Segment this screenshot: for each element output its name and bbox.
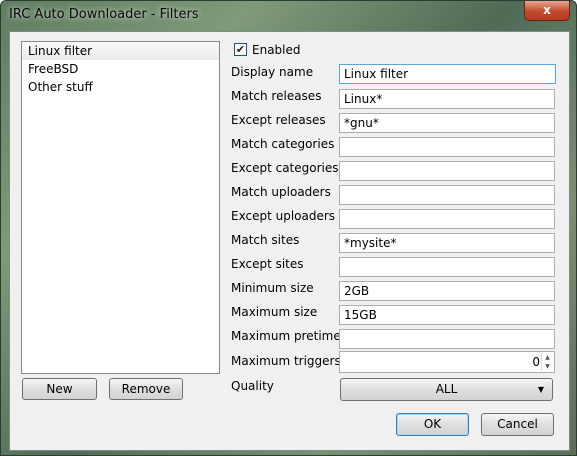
maximum-triggers-spinner[interactable]: 0 ▲ ▼ xyxy=(339,351,555,373)
maximum-pretime-input[interactable] xyxy=(339,329,555,349)
window-title: IRC Auto Downloader - Filters xyxy=(9,7,199,22)
ok-button[interactable]: OK xyxy=(396,413,469,436)
enabled-checkbox[interactable]: ✔ xyxy=(234,43,247,56)
maximum-triggers-label: Maximum triggers xyxy=(231,354,341,368)
quality-label: Quality xyxy=(231,379,274,393)
match-categories-input[interactable] xyxy=(339,137,555,157)
display-name-label: Display name xyxy=(231,65,314,79)
minimum-size-input[interactable]: 2GB xyxy=(339,281,555,301)
match-sites-input[interactable]: *mysite* xyxy=(339,233,555,253)
filter-list[interactable]: Linux filter FreeBSD Other stuff xyxy=(21,41,220,374)
match-sites-label: Match sites xyxy=(231,233,300,247)
new-button[interactable]: New xyxy=(22,378,97,400)
filter-list-item[interactable]: FreeBSD xyxy=(22,60,219,78)
match-uploaders-input[interactable] xyxy=(339,185,555,205)
match-releases-input[interactable]: Linux* xyxy=(339,89,555,109)
except-releases-label: Except releases xyxy=(231,113,326,127)
dialog-client: Linux filter FreeBSD Other stuff New Rem… xyxy=(9,31,570,451)
cancel-button[interactable]: Cancel xyxy=(481,413,554,436)
title-bar[interactable]: IRC Auto Downloader - Filters x xyxy=(1,1,576,29)
match-categories-label: Match categories xyxy=(231,137,335,151)
chevron-down-icon: ▼ xyxy=(537,385,544,394)
filters-window: IRC Auto Downloader - Filters x Linux fi… xyxy=(0,0,577,456)
minimum-size-label: Minimum size xyxy=(231,281,314,295)
except-categories-input[interactable] xyxy=(339,161,555,181)
close-icon: x xyxy=(543,3,551,17)
quality-dropdown[interactable]: ALL ▼ xyxy=(340,378,553,401)
remove-button[interactable]: Remove xyxy=(109,378,183,400)
maximum-size-input[interactable]: 15GB xyxy=(339,305,555,325)
filter-list-item[interactable]: Linux filter xyxy=(22,42,219,60)
spin-down-icon[interactable]: ▼ xyxy=(541,362,553,371)
maximum-size-label: Maximum size xyxy=(231,305,318,319)
except-uploaders-label: Except uploaders xyxy=(231,209,336,223)
except-sites-label: Except sites xyxy=(231,257,304,271)
except-categories-label: Except categories xyxy=(231,161,339,175)
spin-up-icon[interactable]: ▲ xyxy=(541,353,553,362)
maximum-triggers-value: 0 xyxy=(532,355,540,369)
except-releases-input[interactable]: *gnu* xyxy=(339,113,555,133)
except-uploaders-input[interactable] xyxy=(339,209,555,229)
match-uploaders-label: Match uploaders xyxy=(231,185,331,199)
filter-list-item[interactable]: Other stuff xyxy=(22,78,219,96)
maximum-pretime-label: Maximum pretime xyxy=(231,329,341,343)
display-name-input[interactable]: Linux filter xyxy=(339,64,556,84)
match-releases-label: Match releases xyxy=(231,89,322,103)
quality-value: ALL xyxy=(435,382,458,396)
except-sites-input[interactable] xyxy=(339,257,555,277)
close-button[interactable]: x xyxy=(524,1,570,21)
enabled-label: Enabled xyxy=(252,43,301,57)
check-icon: ✔ xyxy=(235,43,246,56)
